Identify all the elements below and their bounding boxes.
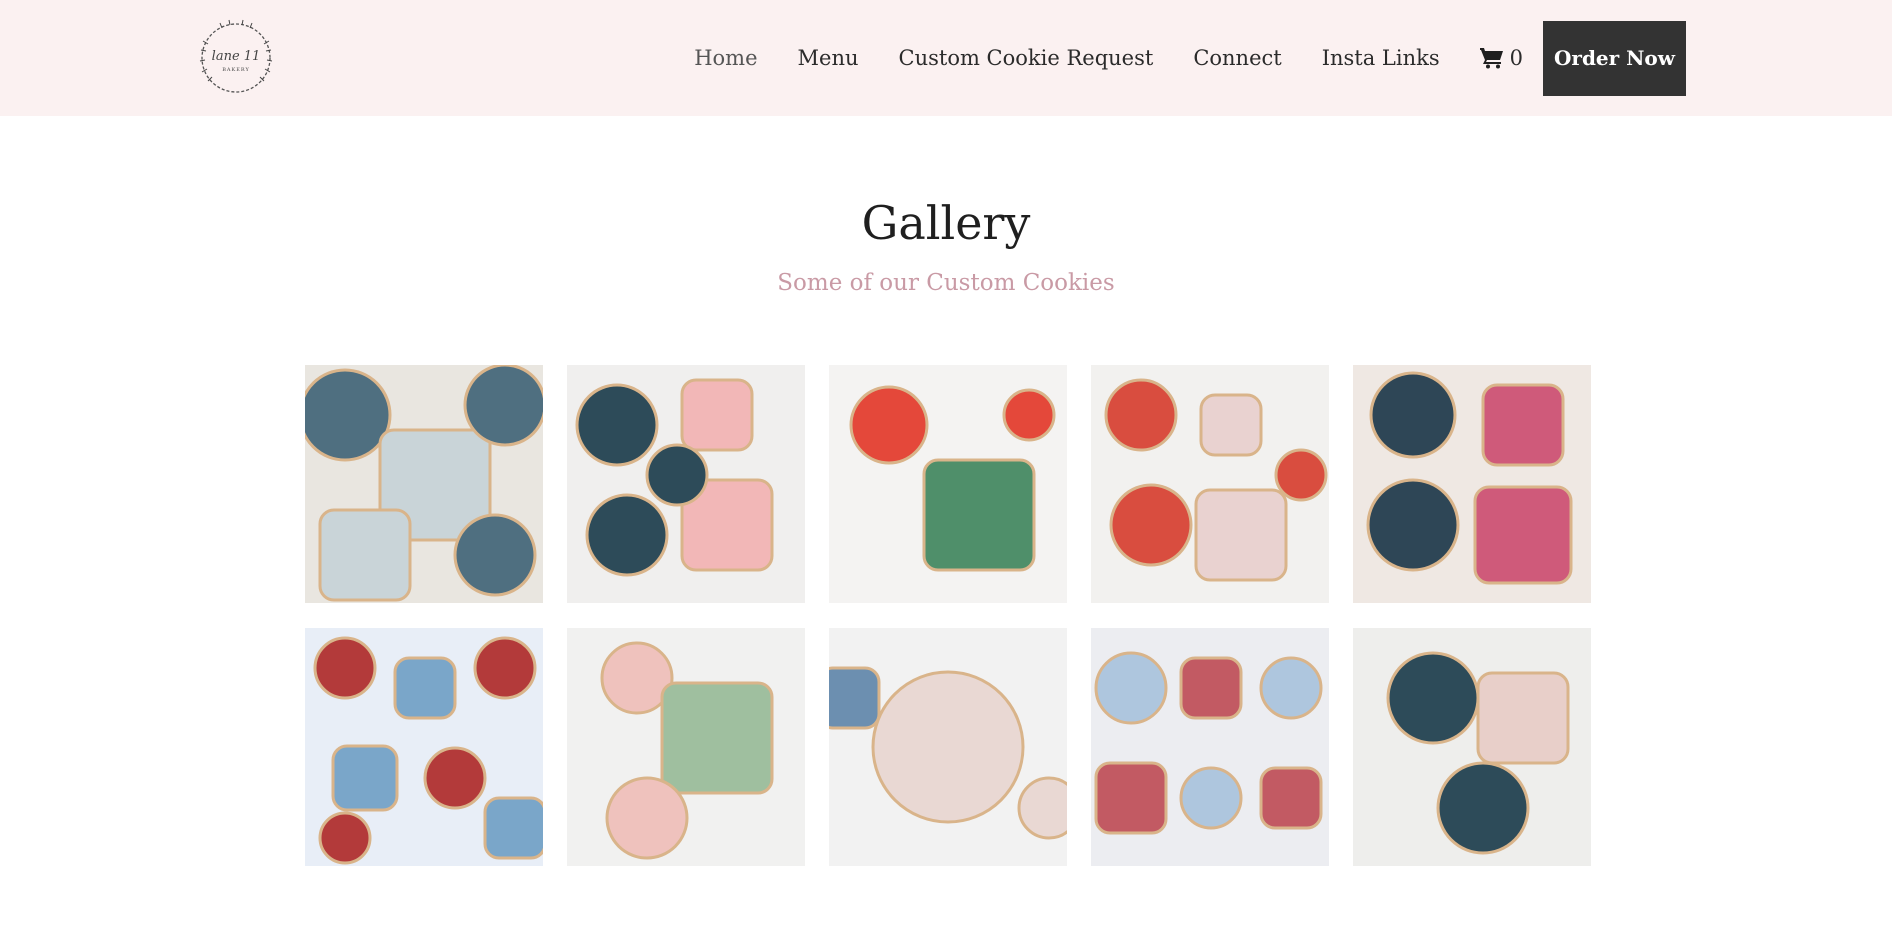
cookie-shape <box>1094 651 1168 725</box>
cookie-shape <box>318 508 412 602</box>
cookie-shape <box>318 811 372 865</box>
cookie-shape <box>423 746 487 810</box>
gallery-image[interactable] <box>567 365 805 603</box>
cookie-shape <box>1094 761 1168 835</box>
cookie-shape <box>922 458 1036 572</box>
cookie-shape <box>680 378 754 452</box>
cookie-shape <box>1002 388 1056 442</box>
cookie-shape <box>829 666 881 730</box>
bakery-logo[interactable]: lane 11 BAKERY <box>196 18 276 98</box>
nav-item-connect[interactable]: Connect <box>1193 46 1281 70</box>
cookie-shape <box>1481 383 1565 467</box>
school-cookie-photo <box>305 628 543 866</box>
cookie-shape <box>483 796 543 860</box>
cookie-shape <box>1259 766 1323 830</box>
logo-script: lane 11 <box>212 49 261 64</box>
cookie-shape <box>1473 485 1573 585</box>
cookie-shape <box>1274 448 1328 502</box>
pink-rose-cookie-photo <box>567 628 805 866</box>
cake-stand-cookie-photo <box>1353 628 1591 866</box>
cookie-shape <box>660 681 774 795</box>
cookie-shape <box>1366 478 1460 572</box>
cookie-shape <box>453 513 537 597</box>
gallery-image[interactable] <box>829 365 1067 603</box>
cookie-shape <box>645 443 709 507</box>
main-nav: Home Menu Custom Cookie Request Connect … <box>694 0 1892 116</box>
gallery-image[interactable] <box>1091 628 1329 866</box>
nav-item-custom-cookie-request[interactable]: Custom Cookie Request <box>899 46 1154 70</box>
cart-button[interactable]: 0 <box>1479 46 1523 70</box>
cookie-shape <box>1259 656 1323 720</box>
cookie-shape <box>1179 766 1243 830</box>
gallery-image[interactable] <box>1353 628 1591 866</box>
cookie-shape <box>871 670 1025 824</box>
nav-item-home[interactable]: Home <box>694 46 757 70</box>
cookie-shape <box>605 776 689 860</box>
cookie-shape <box>463 365 543 447</box>
cookie-shape <box>1109 483 1193 567</box>
gallery-image[interactable] <box>305 365 543 603</box>
gallery-image[interactable] <box>567 628 805 866</box>
site-header: lane 11 BAKERY Home Menu Custom Cookie R… <box>0 0 1892 116</box>
cart-icon <box>1479 48 1503 69</box>
gallery-image[interactable] <box>305 628 543 866</box>
cookie-shape <box>1436 761 1530 855</box>
cookie-shape <box>1179 656 1243 720</box>
cookie-shape <box>1369 371 1457 459</box>
logo-subtext: BAKERY <box>222 67 250 73</box>
proposal-cookie-photo <box>1091 365 1329 603</box>
logo-wreath-icon: lane 11 BAKERY <box>199 19 273 93</box>
hot-air-balloon-cookie-photo <box>305 365 543 603</box>
red-rose-cookie-photo <box>829 365 1067 603</box>
cookie-shape <box>393 656 457 720</box>
cookie-shape <box>1199 393 1263 457</box>
wine-glass-cookie-photo <box>567 365 805 603</box>
cookie-shape <box>473 636 537 700</box>
cookie-shape <box>585 493 669 577</box>
cookie-shape <box>1386 651 1480 745</box>
cookie-shape <box>1476 671 1570 765</box>
page-title: Gallery <box>861 196 1031 250</box>
cookie-shape <box>305 368 392 462</box>
macrame-cookie-photo <box>829 628 1067 866</box>
gallery-image[interactable] <box>1353 365 1591 603</box>
gallery-image[interactable] <box>1091 365 1329 603</box>
gallery-image[interactable] <box>829 628 1067 866</box>
cookie-shape <box>1194 488 1288 582</box>
cookie-shape <box>575 383 659 467</box>
cookie-shape <box>313 636 377 700</box>
teacher-fuel-cookie-photo <box>1091 628 1329 866</box>
nav-item-menu[interactable]: Menu <box>798 46 859 70</box>
cookie-shape <box>331 744 399 812</box>
cart-count: 0 <box>1509 46 1523 70</box>
cookie-shape <box>1104 378 1178 452</box>
nav-item-insta-links[interactable]: Insta Links <box>1322 46 1440 70</box>
cookie-shape <box>1017 776 1067 840</box>
cookie-gallery <box>305 365 1593 866</box>
page-subtitle: Some of our Custom Cookies <box>777 270 1115 296</box>
name-plaque-cookie-photo <box>1353 365 1591 603</box>
order-now-button[interactable]: Order Now <box>1543 20 1686 96</box>
cookie-shape <box>849 385 929 465</box>
